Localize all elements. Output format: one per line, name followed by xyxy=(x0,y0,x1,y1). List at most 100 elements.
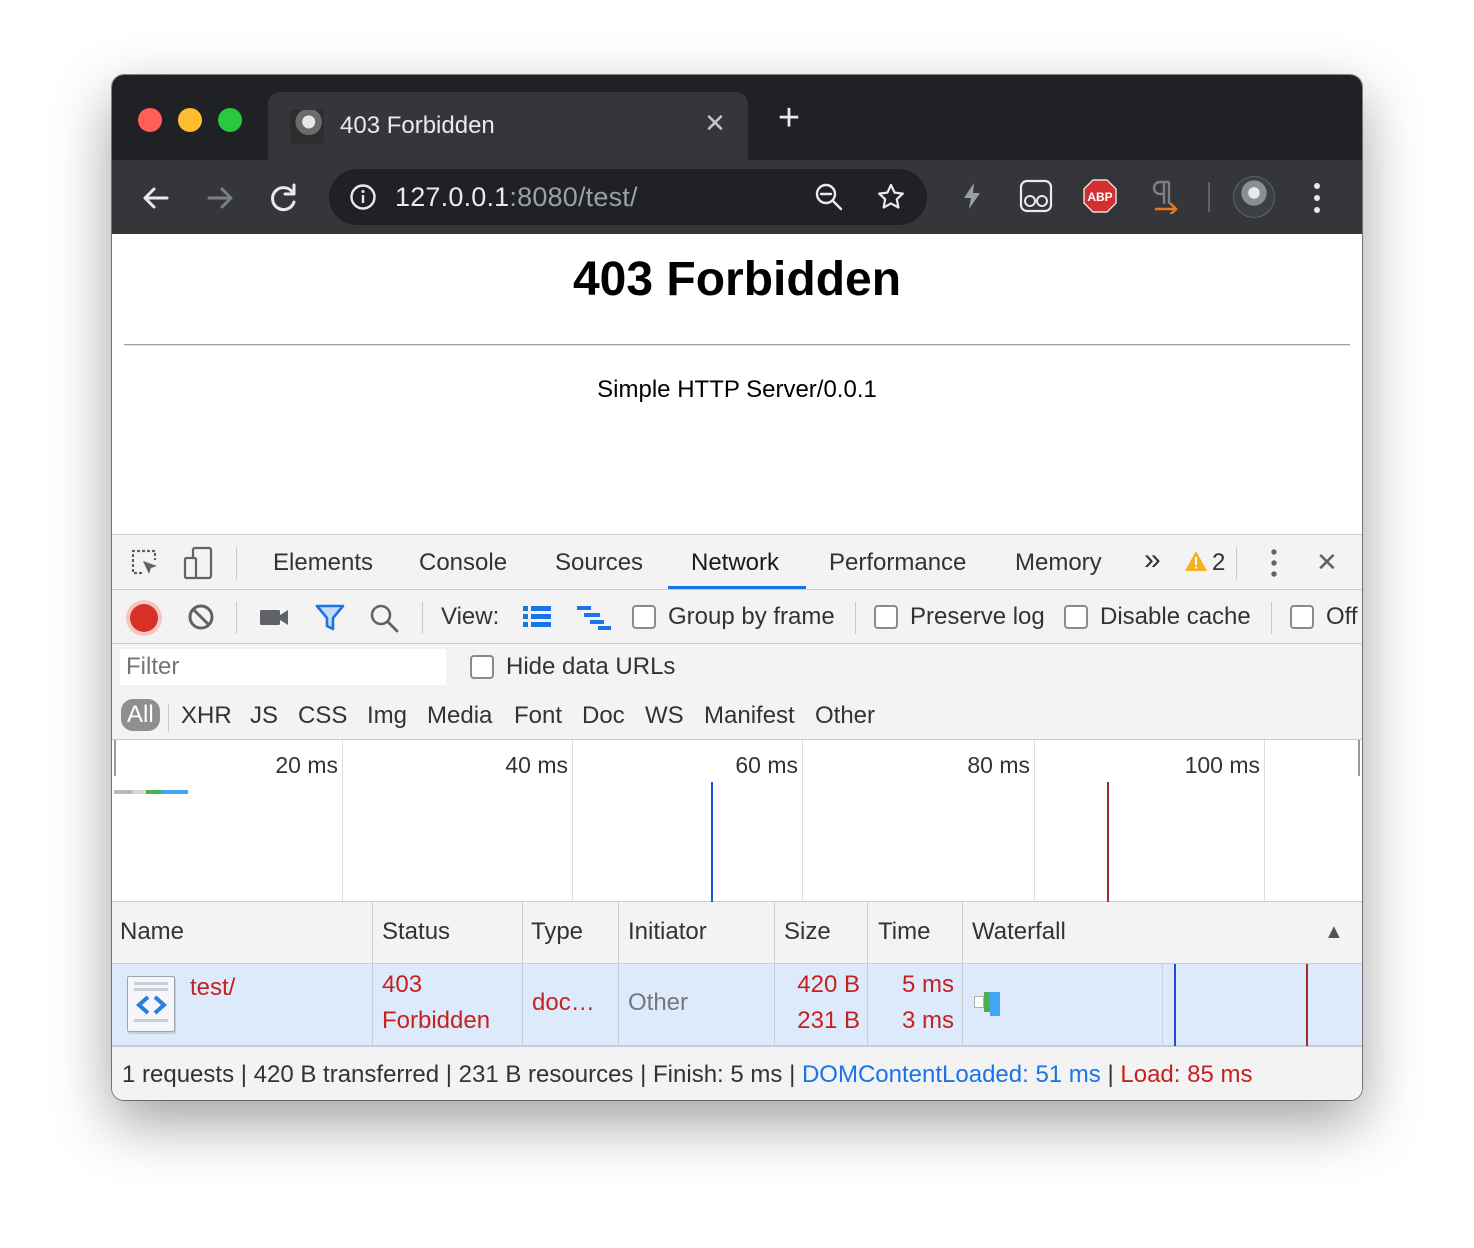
time-latency: 3 ms xyxy=(901,1007,954,1034)
type-filter-ws[interactable]: WS xyxy=(645,702,684,730)
column-divider[interactable] xyxy=(522,902,523,1046)
device-toolbar-icon[interactable] xyxy=(182,546,216,580)
tab-elements[interactable]: Elements xyxy=(273,549,373,577)
request-name[interactable]: test/ xyxy=(190,974,235,1002)
request-type: doc… xyxy=(532,989,595,1016)
disable-cache-checkbox[interactable] xyxy=(1064,605,1088,629)
waterfall-overview-icon[interactable] xyxy=(576,603,612,631)
tab-network[interactable]: Network xyxy=(691,549,779,577)
column-divider[interactable] xyxy=(774,902,775,1046)
summary-separator: | xyxy=(240,1061,247,1088)
tab-strip: 403 Forbidden ✕ + xyxy=(112,75,1362,160)
adblock-plus-icon[interactable]: ABP xyxy=(1082,178,1118,214)
summary-transferred: 420 B transferred xyxy=(253,1061,440,1088)
lightning-extension-icon[interactable] xyxy=(954,178,990,214)
type-filter-other[interactable]: Other xyxy=(815,702,875,730)
reload-icon[interactable] xyxy=(264,178,304,218)
minimize-window-button[interactable] xyxy=(178,108,202,132)
browser-tab[interactable]: 403 Forbidden ✕ xyxy=(268,92,748,160)
column-initiator-header[interactable]: Initiator xyxy=(628,918,707,946)
type-filter-js[interactable]: JS xyxy=(250,702,278,730)
column-type-header[interactable]: Type xyxy=(531,918,583,946)
hide-data-urls-checkbox[interactable] xyxy=(470,655,494,679)
overview-left-handle[interactable] xyxy=(114,740,116,776)
preserve-log-label: Preserve log xyxy=(910,603,1045,630)
zoom-out-icon[interactable] xyxy=(814,182,844,212)
tab-sources[interactable]: Sources xyxy=(555,549,643,577)
glasses-extension-icon[interactable] xyxy=(1018,178,1054,214)
site-info-icon[interactable] xyxy=(349,183,377,211)
record-button[interactable] xyxy=(130,604,158,632)
table-header: Name Status Type Initiator Size Time Wat… xyxy=(112,902,1362,964)
preserve-log-checkbox[interactable] xyxy=(874,605,898,629)
tab-close-icon[interactable]: ✕ xyxy=(700,106,730,140)
column-status-header[interactable]: Status xyxy=(382,918,450,946)
type-filter-xhr[interactable]: XHR xyxy=(181,702,232,730)
forward-arrow-icon[interactable] xyxy=(200,178,240,218)
devtools-menu-icon[interactable] xyxy=(1262,546,1286,580)
column-divider[interactable] xyxy=(867,902,868,1046)
browser-toolbar: 127.0.0.1:8080/test/ ABP xyxy=(112,160,1362,234)
column-time-header[interactable]: Time xyxy=(878,918,930,946)
toolbar-divider xyxy=(1208,182,1210,212)
page-divider xyxy=(124,344,1350,346)
disable-cache-label: Disable cache xyxy=(1100,603,1251,630)
sort-ascending-icon[interactable]: ▲ xyxy=(1324,921,1344,944)
search-icon[interactable] xyxy=(368,602,400,634)
toolbar-divider-4 xyxy=(1271,602,1272,634)
close-window-button[interactable] xyxy=(138,108,162,132)
warning-icon[interactable] xyxy=(1184,549,1208,573)
screenshot-camera-icon[interactable] xyxy=(258,602,290,632)
browser-menu-icon[interactable] xyxy=(1305,178,1329,218)
profile-avatar[interactable] xyxy=(1233,176,1275,218)
type-filter-font[interactable]: Font xyxy=(514,702,562,730)
filter-input[interactable] xyxy=(120,649,446,685)
warning-count[interactable]: 2 xyxy=(1212,549,1225,577)
timeline-overview[interactable]: 20 ms 40 ms 60 ms 80 ms 100 ms xyxy=(112,740,1362,902)
pilcrow-extension-icon[interactable] xyxy=(1146,178,1182,216)
tab-console[interactable]: Console xyxy=(419,549,507,577)
type-filter-css[interactable]: CSS xyxy=(298,702,347,730)
url-text[interactable]: 127.0.0.1:8080/test/ xyxy=(395,182,638,213)
type-filter-all[interactable]: All xyxy=(121,699,160,731)
type-filter-img[interactable]: Img xyxy=(367,702,407,730)
tab-title: 403 Forbidden xyxy=(340,112,495,139)
column-waterfall-header[interactable]: Waterfall xyxy=(972,918,1066,946)
type-filter-doc[interactable]: Doc xyxy=(582,702,625,730)
column-divider[interactable] xyxy=(962,902,963,1046)
filter-funnel-icon[interactable] xyxy=(314,602,346,634)
type-filter-manifest[interactable]: Manifest xyxy=(704,702,795,730)
type-filter-media[interactable]: Media xyxy=(427,702,492,730)
overview-right-handle[interactable] xyxy=(1358,740,1360,776)
address-bar[interactable]: 127.0.0.1:8080/test/ xyxy=(329,169,927,225)
load-marker xyxy=(1107,782,1109,902)
tab-performance[interactable]: Performance xyxy=(829,549,966,577)
size-transferred: 420 B xyxy=(797,971,860,998)
tab-memory[interactable]: Memory xyxy=(1015,549,1102,577)
more-tabs-icon[interactable]: » xyxy=(1144,543,1161,577)
overview-ttfb-bar xyxy=(146,790,162,794)
tick-label: 60 ms xyxy=(735,752,798,778)
time-total: 5 ms xyxy=(901,971,954,998)
new-tab-button[interactable]: + xyxy=(772,99,806,137)
offline-checkbox[interactable] xyxy=(1290,605,1314,629)
tick-label: 20 ms xyxy=(275,752,338,778)
column-divider[interactable] xyxy=(618,902,619,1046)
inspect-element-icon[interactable] xyxy=(128,546,162,580)
column-size-header[interactable]: Size xyxy=(784,918,831,946)
large-rows-icon[interactable] xyxy=(522,603,552,631)
close-devtools-icon[interactable]: ✕ xyxy=(1316,547,1338,578)
group-by-frame-checkbox[interactable] xyxy=(632,605,656,629)
filter-bar: Hide data URLs All XHR JS CSS Img Media … xyxy=(112,644,1362,740)
bookmark-star-icon[interactable] xyxy=(876,182,906,212)
tab-divider-right xyxy=(1236,547,1237,579)
overview-gridline xyxy=(1034,740,1035,902)
network-toolbar: View: Group by frame Preserve log Disabl… xyxy=(112,590,1362,644)
column-divider[interactable] xyxy=(372,902,373,1046)
back-arrow-icon[interactable] xyxy=(136,178,176,218)
table-row[interactable]: test/ 403 Forbidden doc… Other 420 B 231… xyxy=(112,964,1362,1046)
clear-icon[interactable] xyxy=(186,602,216,632)
column-name-header[interactable]: Name xyxy=(120,918,184,946)
zoom-window-button[interactable] xyxy=(218,108,242,132)
overview-gridline xyxy=(1264,740,1265,902)
